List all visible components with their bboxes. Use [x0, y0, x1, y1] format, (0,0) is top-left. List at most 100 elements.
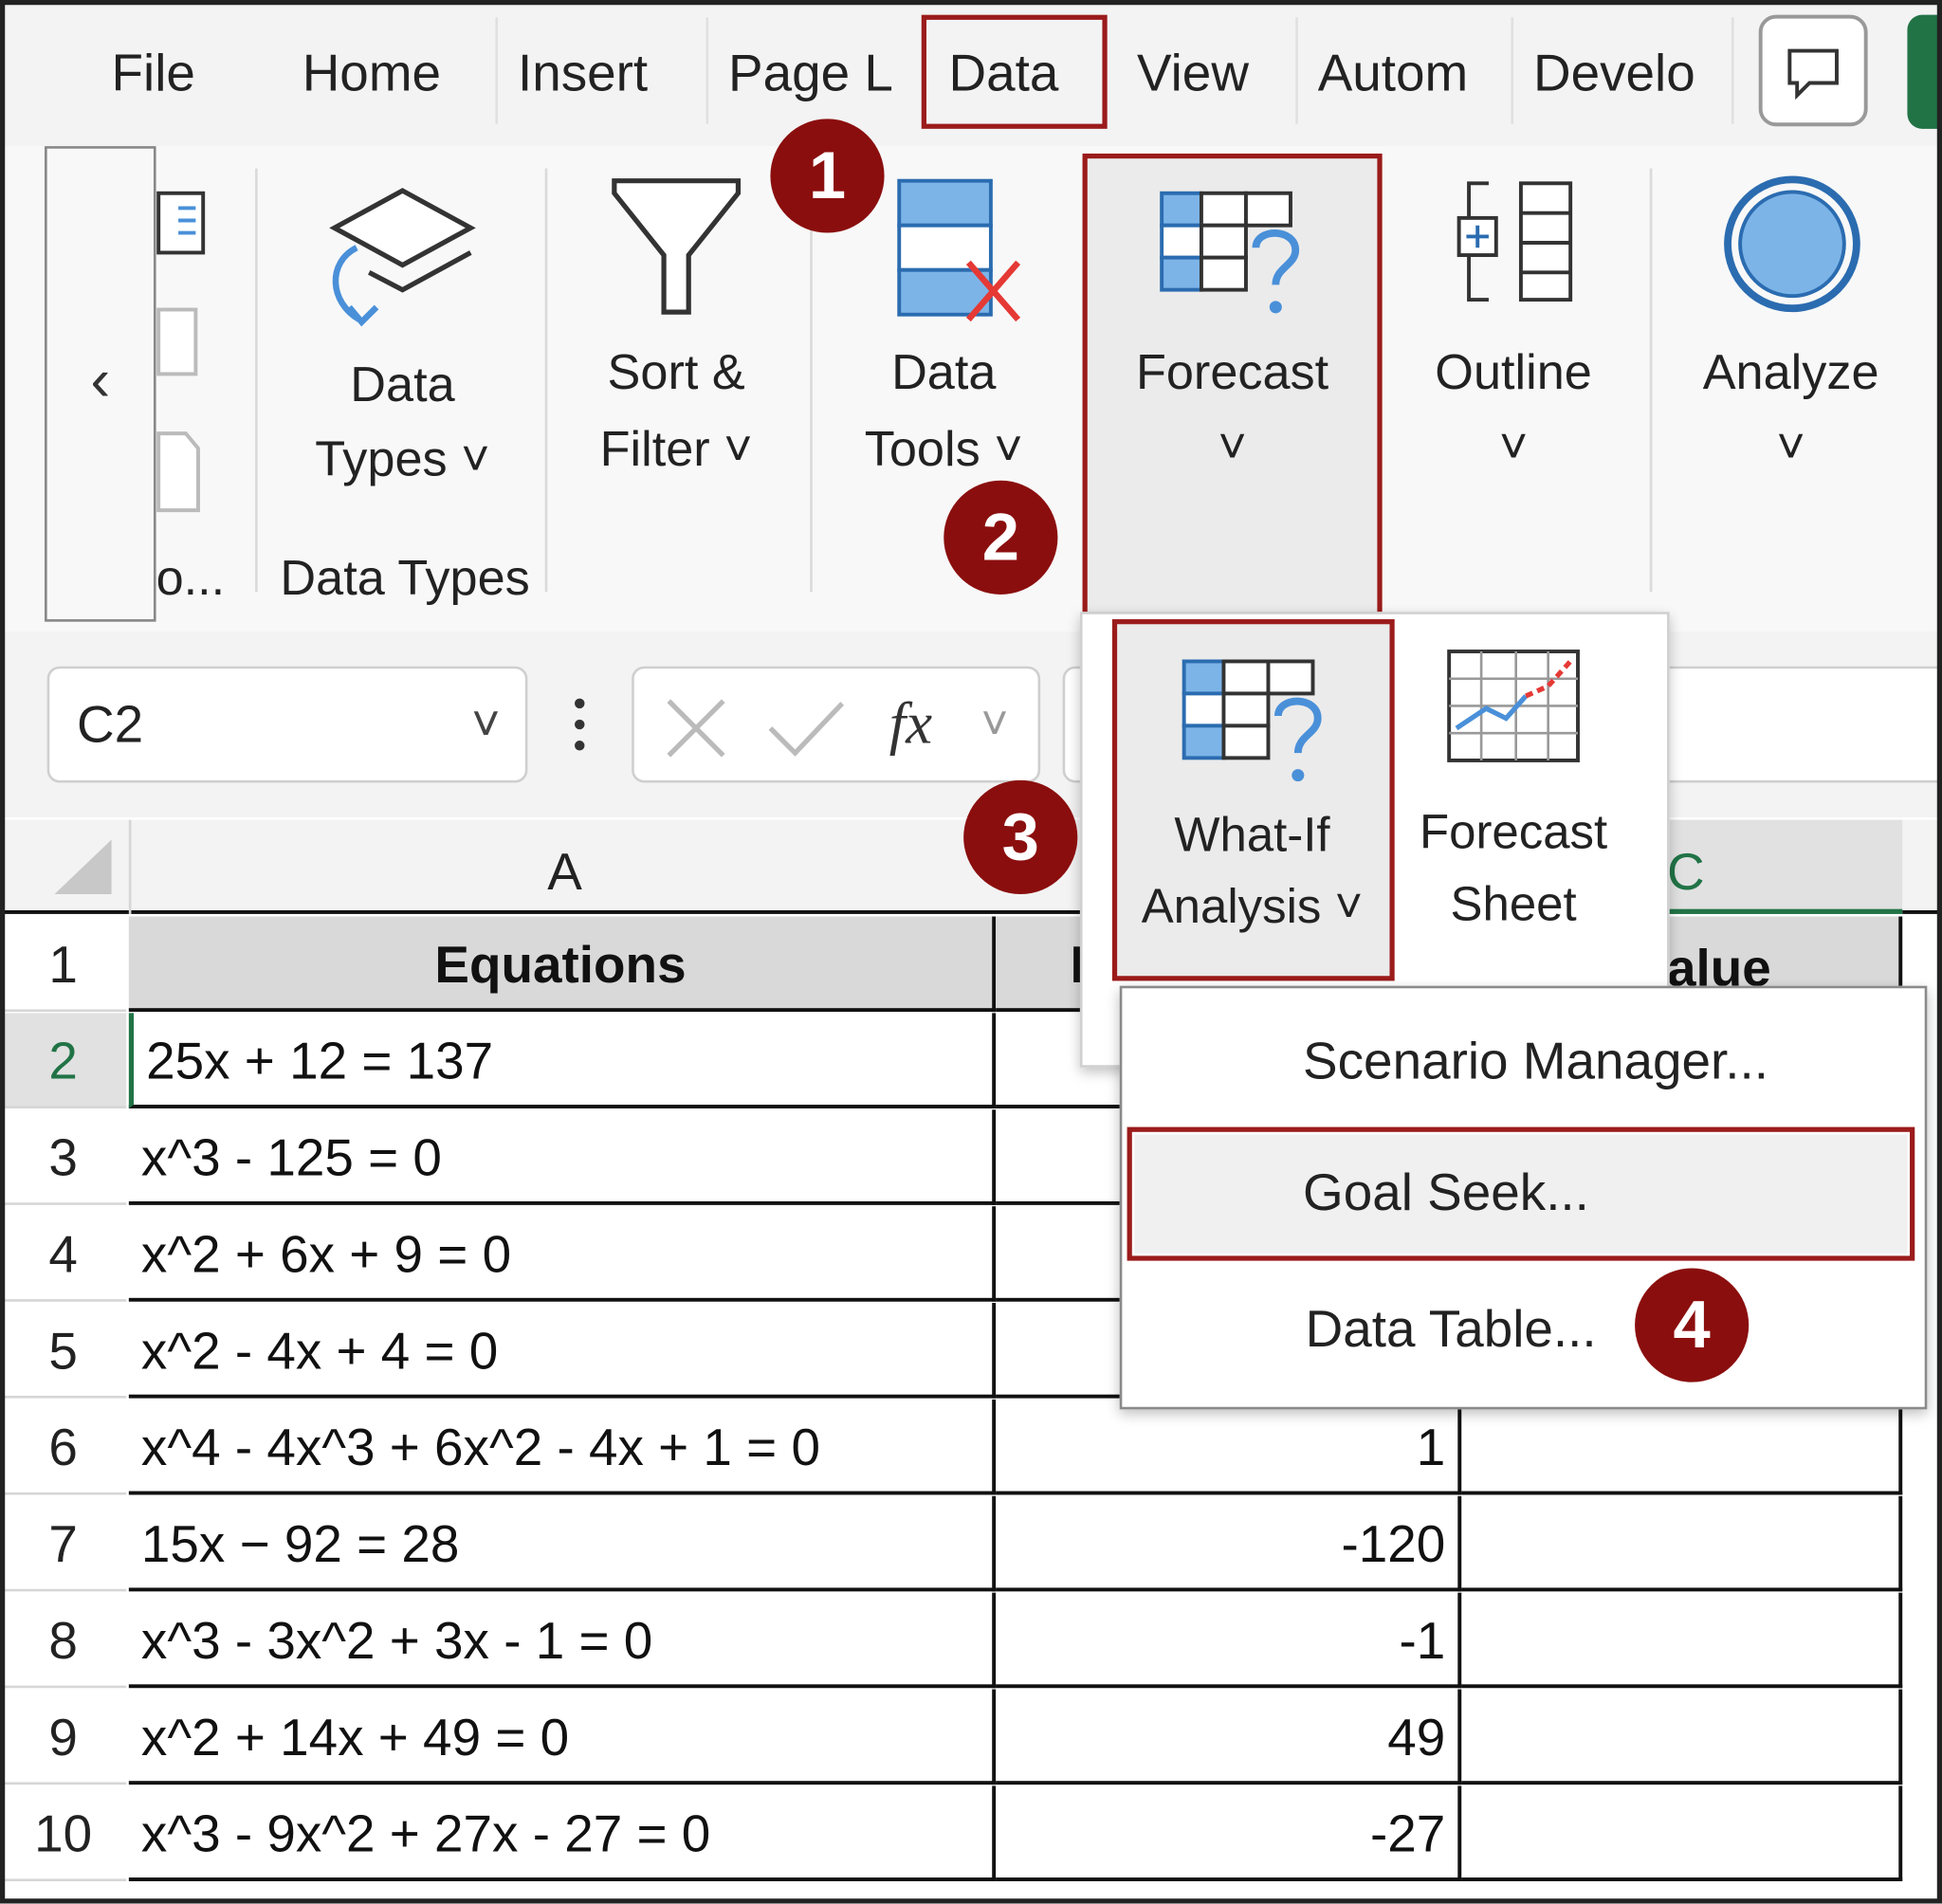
enter-check-icon[interactable] — [765, 696, 847, 760]
row-header[interactable]: 3 — [0, 1109, 127, 1205]
group-divider — [1649, 168, 1653, 593]
group-divider — [544, 168, 548, 593]
what-if-highlight — [1111, 619, 1395, 981]
cancel-x-icon[interactable] — [661, 693, 730, 762]
tab-file[interactable]: File — [112, 35, 211, 112]
analyze-icon — [1724, 175, 1860, 313]
share-button[interactable] — [1907, 14, 1942, 129]
chevron-down-icon[interactable]: ˅ — [471, 668, 501, 780]
comment-icon — [1787, 48, 1839, 101]
tab-home[interactable]: Home — [302, 35, 476, 112]
forecast-sheet-chart-icon — [1447, 650, 1580, 762]
sort-filter-label-1: Sort & — [607, 345, 745, 400]
tab-developer[interactable]: Develo — [1533, 35, 1709, 112]
forecast-sheet-label-2: Sheet — [1450, 878, 1577, 932]
result-cell[interactable] — [1461, 1399, 1903, 1495]
result-cell[interactable] — [1461, 1495, 1903, 1592]
filter-funnel-icon — [612, 178, 742, 315]
data-types-icon — [329, 188, 476, 327]
goal-seek-highlight — [1127, 1126, 1915, 1261]
tab-divider — [705, 17, 709, 124]
insert-function-icon[interactable]: fx — [889, 668, 932, 780]
forecast-sheet-button[interactable]: Forecast Sheet — [1402, 622, 1625, 969]
ribbon-scroll-left[interactable]: ‹ — [45, 146, 156, 622]
analyze-label-2: ˅ — [1776, 419, 1805, 475]
equation-cell[interactable]: x^3 - 9x^2 + 27x - 27 = 0 — [128, 1785, 997, 1881]
equation-cell[interactable]: x^2 - 4x + 4 = 0 — [128, 1303, 997, 1399]
data-types-label-1: Data — [350, 357, 455, 412]
row-header[interactable]: 9 — [0, 1689, 127, 1785]
tab-automate[interactable]: Autom — [1318, 35, 1493, 112]
value-cell[interactable]: -1 — [996, 1592, 1462, 1689]
excel-window: File Home Insert Page L Data View Autom … — [0, 0, 1942, 1904]
more-options-icon[interactable] — [565, 693, 595, 755]
row-header[interactable]: 7 — [0, 1495, 127, 1592]
result-cell[interactable] — [1461, 1689, 1903, 1785]
data-tools-label-2: Tools ˅ — [864, 422, 1023, 477]
name-box[interactable]: C2 ˅ — [46, 666, 528, 783]
row-header[interactable]: 2 — [0, 1013, 127, 1108]
chevron-left-icon: ‹ — [90, 348, 111, 414]
name-box-value: C2 — [76, 694, 144, 754]
data-tools-button[interactable]: Data Tools ˅ — [830, 166, 1057, 525]
value-cell[interactable]: 1 — [996, 1399, 1462, 1495]
tab-divider — [495, 17, 499, 124]
row-header[interactable]: 5 — [0, 1303, 127, 1399]
get-data-partial-icons — [156, 191, 206, 513]
sort-filter-button[interactable]: Sort & Filter ˅ — [565, 166, 788, 525]
equation-cell[interactable]: 15x − 92 = 28 — [128, 1495, 997, 1592]
get-data-group-label: o... — [156, 551, 226, 606]
row-header[interactable]: 1 — [0, 916, 127, 1013]
step-badge-2: 2 — [944, 480, 1058, 595]
data-tools-label-1: Data — [891, 345, 997, 400]
row-header[interactable]: 8 — [0, 1592, 127, 1689]
tab-insert[interactable]: Insert — [518, 35, 676, 112]
header-cell-equations[interactable]: Equations — [128, 916, 997, 1013]
step-badge-3: 3 — [963, 779, 1078, 895]
step-badge-4: 4 — [1635, 1268, 1750, 1382]
forecast-highlight — [1082, 153, 1383, 617]
row-header[interactable]: 6 — [0, 1399, 127, 1495]
equation-cell[interactable]: x^2 + 6x + 9 = 0 — [128, 1206, 997, 1302]
scenario-manager-item[interactable]: Scenario Manager... — [1303, 1020, 1768, 1102]
chevron-down-icon: ˅ — [980, 698, 1009, 751]
data-tools-icon — [897, 178, 1021, 322]
equation-cell[interactable]: x^2 + 14x + 49 = 0 — [128, 1689, 997, 1785]
equation-cell[interactable]: x^3 - 3x^2 + 3x - 1 = 0 — [128, 1592, 997, 1689]
outline-label-1: Outline — [1435, 345, 1592, 400]
equation-cell[interactable]: 25x + 12 = 137 — [128, 1013, 997, 1108]
comments-button[interactable] — [1758, 14, 1868, 127]
equation-cell[interactable]: x^3 - 125 = 0 — [128, 1109, 997, 1205]
analyze-button[interactable]: Analyze ˅ — [1679, 166, 1902, 525]
sort-filter-label-2: Filter ˅ — [599, 422, 753, 477]
column-header-a[interactable]: A — [128, 819, 998, 914]
tab-page-layout[interactable]: Page L — [728, 35, 904, 112]
row-header[interactable]: 4 — [0, 1206, 127, 1302]
outline-label-2: ˅ — [1498, 419, 1529, 475]
data-tab-highlight — [921, 14, 1108, 129]
value-cell[interactable]: -120 — [996, 1495, 1462, 1592]
equation-cell[interactable]: x^4 - 4x^3 + 6x^2 - 4x + 1 = 0 — [128, 1399, 997, 1495]
value-cell[interactable]: 49 — [996, 1689, 1462, 1785]
data-types-label-2: Types ˅ — [315, 431, 490, 487]
forecast-sheet-label-1: Forecast — [1419, 806, 1608, 860]
group-divider — [255, 168, 258, 593]
data-types-group-label: Data Types — [280, 551, 530, 606]
data-table-item[interactable]: Data Table... — [1306, 1288, 1597, 1369]
tab-divider — [1295, 17, 1298, 124]
data-types-button[interactable]: Data Types ˅ — [272, 166, 532, 525]
analyze-label-1: Analyze — [1702, 345, 1879, 400]
step-badge-1: 1 — [770, 119, 885, 233]
formula-controls: fx ˅ — [632, 666, 1041, 783]
value-cell[interactable]: -27 — [996, 1785, 1462, 1881]
select-all-triangle-icon[interactable] — [52, 837, 114, 897]
result-cell[interactable] — [1461, 1785, 1903, 1881]
outline-icon — [1456, 181, 1573, 302]
group-divider — [810, 168, 813, 593]
row-header[interactable]: 10 — [0, 1785, 127, 1881]
result-cell[interactable] — [1461, 1592, 1903, 1689]
tab-divider — [1511, 17, 1514, 124]
tab-divider — [1731, 17, 1734, 124]
tab-view[interactable]: View — [1137, 35, 1273, 112]
outline-button[interactable]: Outline ˅ — [1404, 166, 1622, 525]
